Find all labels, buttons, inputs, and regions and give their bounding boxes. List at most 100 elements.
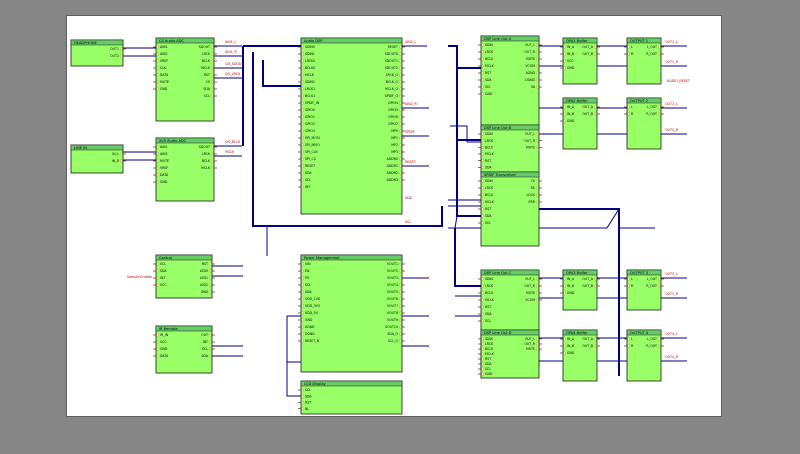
block-out2[interactable]: OUTPUT 2LRL_OUTR_OUT [624, 97, 664, 150]
pin-marker [481, 362, 484, 366]
pin-label: OUT_A [582, 337, 593, 341]
block-out3[interactable]: OUTPUT 3LRL_OUTR_OUT [624, 269, 664, 311]
pin-marker [156, 59, 159, 63]
block-title: OUTPUT 1 [630, 39, 648, 43]
pin-marker [301, 87, 304, 91]
pin-label: SDA [201, 354, 208, 358]
pin-marker [120, 152, 123, 156]
pin-marker [536, 139, 539, 143]
pin-label: AIN2 [160, 152, 168, 156]
net-label: OUT1_R [665, 60, 679, 64]
block-dac4[interactable]: DSP Line Out D SDINLRCKBCLKMCLKRSTSDASCLG… [478, 329, 542, 379]
pin-label: SDOUT1 [385, 59, 398, 63]
pin-label: SCL [305, 178, 311, 182]
pin-marker [211, 73, 214, 77]
pin-label: BCLK [485, 57, 494, 61]
pin-label: OUT_L [525, 43, 535, 47]
pin-label: MP2 [391, 143, 398, 147]
pin-marker [211, 94, 214, 98]
pin-marker [563, 52, 566, 56]
pin-marker [301, 157, 304, 161]
pin-label: LRCK_O [386, 73, 399, 77]
pin-label: VOUT5 [387, 290, 398, 294]
pin-label: GND [485, 372, 493, 376]
pin-label: MCLK [485, 200, 495, 204]
pin-label: LRCK [202, 52, 211, 56]
net-label: RESET [405, 160, 417, 164]
block-codec1[interactable]: CS Audio ADC AIN1 AIN2 VREF CLK DATA MUTE GND SD… [153, 37, 217, 122]
pin-marker [481, 78, 484, 82]
block-amp1[interactable]: OPA1 Buffer IN_A IN_B VCC GND OUT_A OUT_B [560, 37, 600, 85]
pin-label: RST [485, 305, 491, 309]
pin-label: SDA [485, 214, 492, 218]
pin-marker [481, 159, 484, 163]
block-spdif[interactable]: SPDIF Transceiver SDIN LRCK BCLK MCLK RST SDA S… [478, 171, 542, 247]
pin-label: SDA [305, 171, 312, 175]
block-ctrl[interactable]: Control SCL SDA INT VCC RST LED0 LED1 LED2 GND [153, 254, 215, 299]
net-label: SCL [405, 220, 411, 224]
schematic-sheet[interactable]: HEADPHONE OUT1 OUT2 LINE IN IN_L IN_R CS Audio… [66, 15, 722, 417]
pin-marker [481, 92, 484, 96]
net-label: Sample Enable [127, 275, 152, 279]
pin-marker [301, 45, 304, 49]
pin-marker [156, 73, 159, 77]
block-dac2[interactable]: DSP Line Out B SDIN LRCK BCLK MCLK RST SDA OUT_… [478, 124, 542, 174]
pin-marker [156, 45, 159, 49]
pin-marker [156, 159, 159, 163]
pin-label: OUT_L [525, 132, 535, 136]
net-label: AIN2_L [405, 40, 416, 44]
pin-marker [536, 186, 539, 190]
block-ir[interactable]: IR Remote IR_IN VCC GND DATA OUT INT SCL SDA [153, 325, 215, 374]
block-jack1[interactable]: HEADPHONE OUT1 OUT2 [70, 39, 126, 67]
pin-marker [156, 262, 159, 266]
pin-label: ADDR2 [387, 171, 398, 175]
pin-label: MCLK [201, 66, 211, 70]
pin-label: OUT2 [110, 54, 119, 58]
pin-label: SDA [485, 312, 492, 316]
block-lcd[interactable]: LCD Display SCL SDA RST BL [298, 380, 403, 415]
pin-label: LRCK [485, 284, 494, 288]
pin-marker [156, 166, 159, 170]
pin-marker [627, 337, 630, 341]
pin-marker [301, 178, 304, 182]
pin-marker [301, 407, 304, 411]
block-sys[interactable]: Power Management VIN EN PG SCL SDA VDD_1V8 VDD_… [298, 254, 405, 373]
pin-label: OUT [201, 333, 208, 337]
pin-label: AGND [526, 71, 536, 75]
pin-marker [536, 342, 539, 346]
pin-marker [658, 337, 661, 341]
pin-label: OUT_B [582, 52, 593, 56]
block-codec2[interactable]: XLR Audio ADC AIN1 AIN2 MUTE VREF DATA GND SDOU… [153, 137, 217, 202]
pin-label: BCLK [485, 291, 494, 295]
pin-marker [563, 105, 566, 109]
pin-marker [156, 347, 159, 351]
block-amp2[interactable]: OPA2 Buffer IN_A IN_B GND OUT_A OUT_B [560, 97, 600, 150]
pin-label: SDOUT2 [385, 66, 398, 70]
pin-marker [156, 340, 159, 344]
block-amp3[interactable]: OPA3 Buffer IN_A IN_B GND OUT_A OUT_B [560, 269, 600, 311]
block-dac1[interactable]: DSP Line Out A SDIN LRCK BCLK MCLK RST SDA SCL G… [478, 35, 542, 129]
block-dsp[interactable]: Audio DSP SDIN0 SDIN1 LRCK0 BCLK0 MCLK SDIN2 LR… [298, 37, 405, 215]
block-out4[interactable]: OUTPUT 4LRL_OUTR_OUT [624, 329, 664, 382]
block-title: OUTPUT 2 [630, 99, 648, 103]
pin-marker [399, 66, 402, 70]
pin-label: SDOUT [199, 45, 210, 49]
pin-marker [399, 108, 402, 112]
block-jack2[interactable]: LINE IN IN_L IN_R [70, 144, 126, 174]
block-amp4[interactable]: OPA4 Buffer IN_A IN_B GND OUT_A OUT_B [560, 329, 600, 382]
pin-marker [658, 277, 661, 281]
pin-label: OUT_R [524, 50, 535, 54]
pin-label: LRCK [485, 186, 494, 190]
pin-marker [301, 388, 304, 392]
pin-label: SDIN0 [305, 45, 315, 49]
block-out1[interactable]: OUTPUT 1LRL_OUTR_OUT [624, 37, 664, 85]
wire [606, 208, 620, 229]
pin-marker [399, 129, 402, 133]
pin-marker [536, 50, 539, 54]
pin-label: MUTE [526, 347, 535, 351]
pin-label: BCLK [485, 146, 494, 150]
pin-label: VCC [567, 59, 574, 63]
pin-marker [481, 291, 484, 295]
pin-label: AGND [305, 325, 315, 329]
pin-label: ERR [529, 200, 536, 204]
